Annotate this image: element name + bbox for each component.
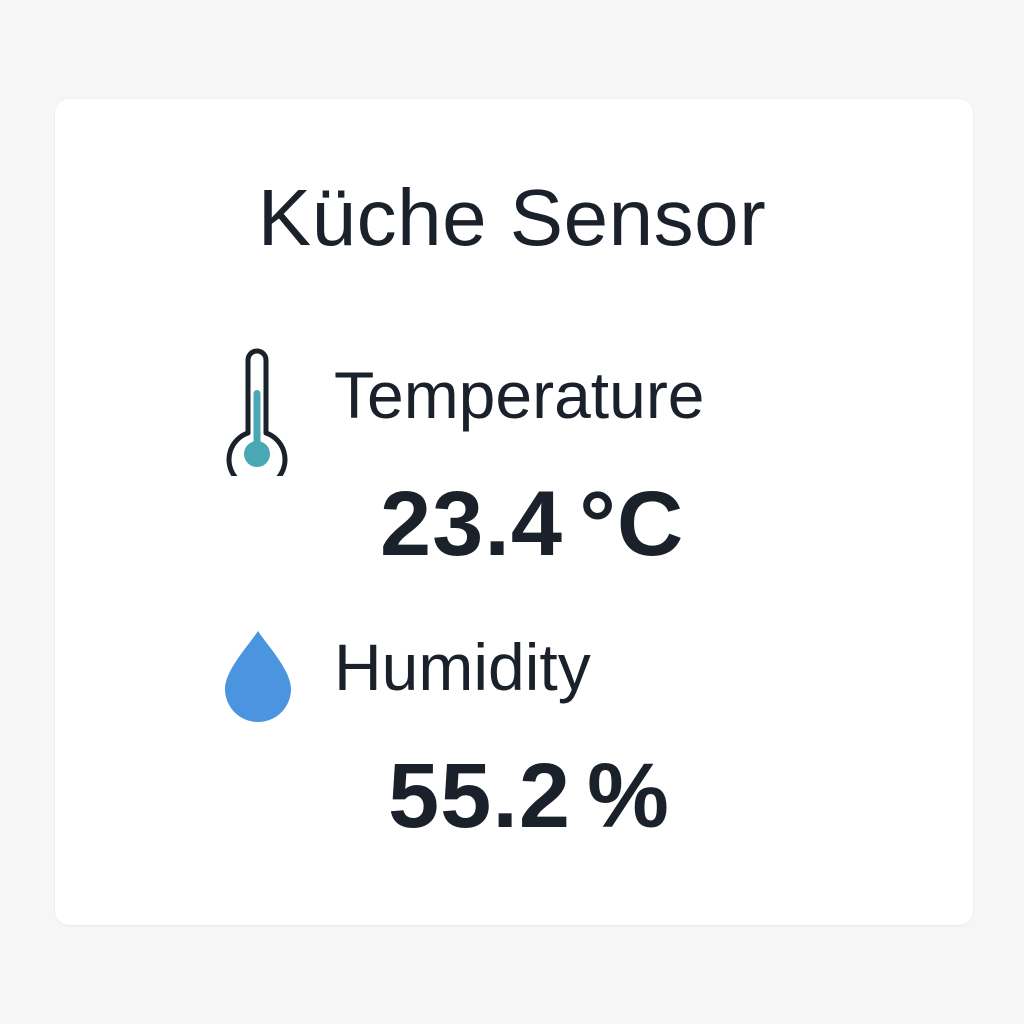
- temperature-value: 23.4: [380, 473, 564, 575]
- temperature-reading: 23.4 °C: [380, 478, 684, 570]
- humidity-value: 55.2: [388, 745, 572, 847]
- temperature-unit: °C: [579, 473, 685, 575]
- sensor-title: Küche Sensor: [257, 173, 767, 262]
- water-drop-icon: [222, 628, 294, 724]
- humidity-reading: 55.2%: [388, 750, 670, 842]
- humidity-unit: %: [587, 745, 670, 847]
- thermometer-icon: [224, 344, 290, 491]
- temperature-label: Temperature: [334, 358, 705, 432]
- humidity-label: Humidity: [334, 630, 591, 704]
